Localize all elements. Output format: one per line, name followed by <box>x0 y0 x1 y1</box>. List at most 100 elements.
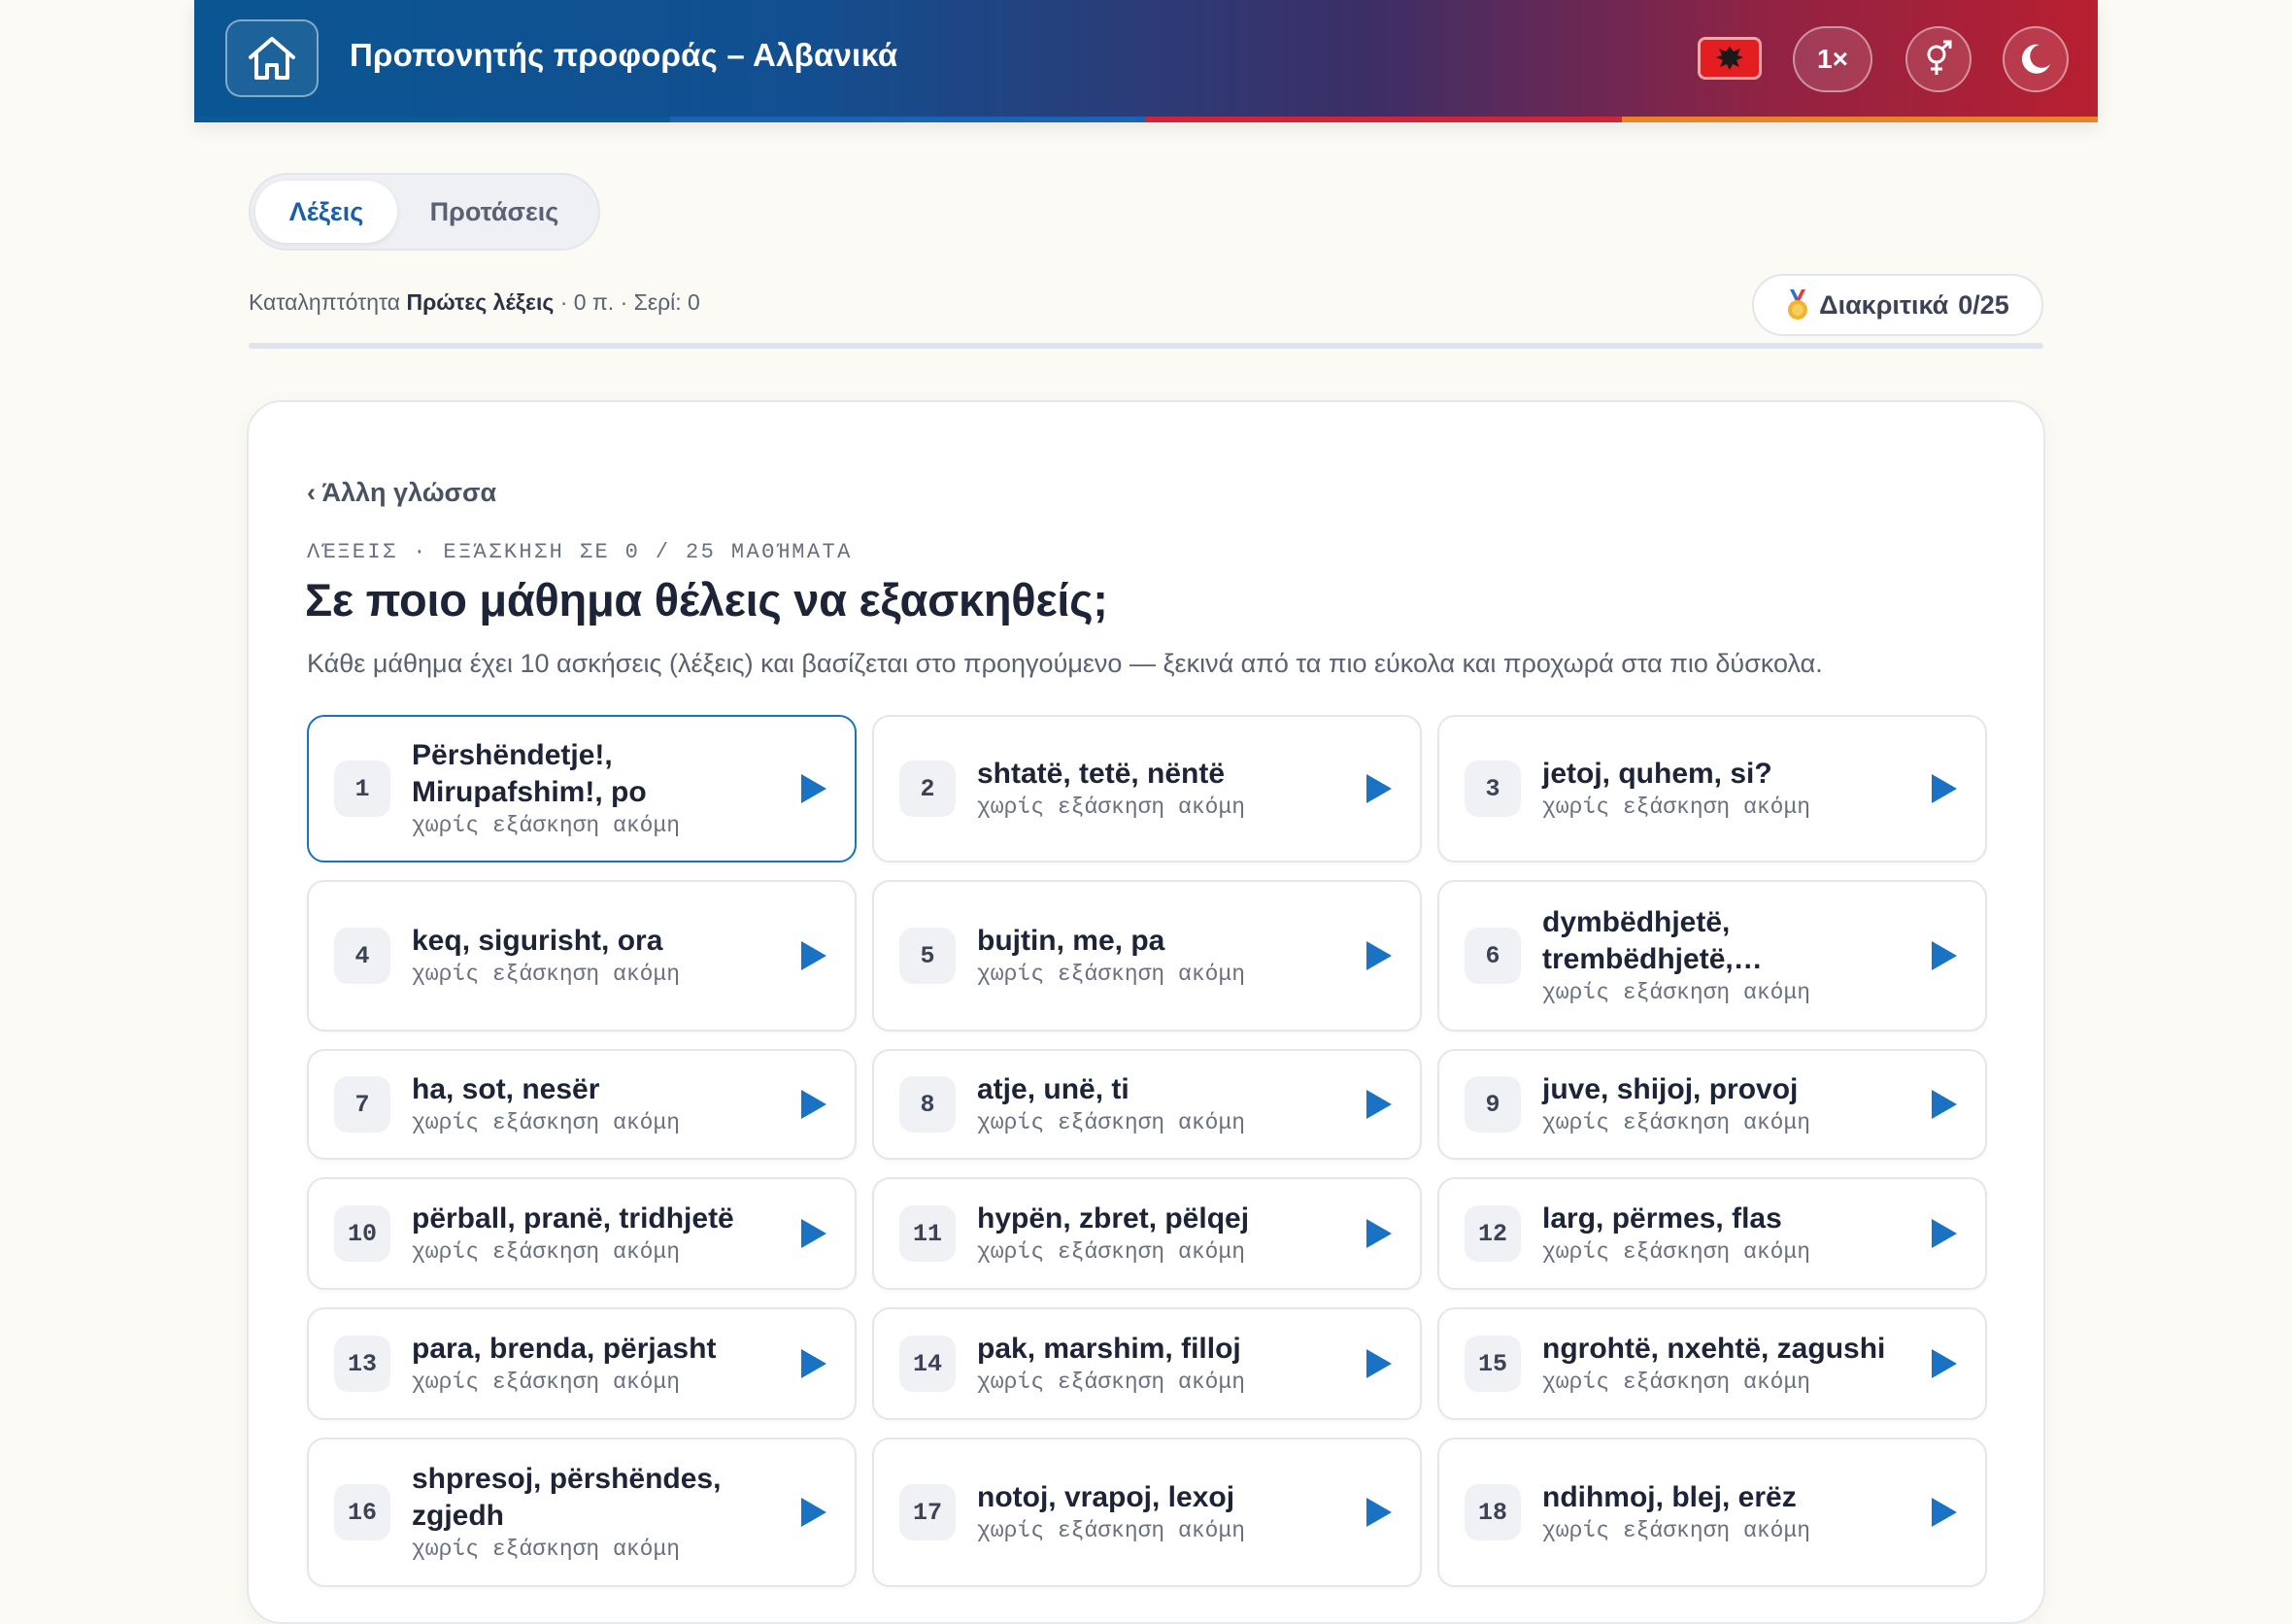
lesson-words: notoj, vrapoj, lexoj <box>977 1481 1235 1513</box>
lesson-card-4[interactable]: 4 keq, sigurisht, ora χωρίς εξάσκηση ακόμη <box>307 880 857 1032</box>
lesson-card-16[interactable]: 16 shpresoj, përshëndes, zgjedh χωρίς εξάσ… <box>307 1438 857 1587</box>
lesson-status: χωρίς εξάσκηση ακόμη <box>1542 1239 1811 1265</box>
tab-words[interactable]: Λέξεις <box>255 181 397 243</box>
lesson-text: juve, shijoj, provoj χωρίς εξάσκηση ακόμη <box>1542 1071 1892 1137</box>
lesson-card-13[interactable]: 13 para, brenda, përjasht χωρίς εξάσκηση α… <box>307 1307 857 1420</box>
lesson-status: χωρίς εξάσκηση ακόμη <box>1542 1110 1811 1135</box>
lesson-card-5[interactable]: 5 bujtin, me, pa χωρίς εξάσκηση ακόμη <box>872 880 1422 1032</box>
lesson-text: pak, marshim, filloj χωρίς εξάσκηση ακόμη <box>977 1331 1327 1397</box>
lesson-text: dymbëdhjetë, trembëdhjetë,… χωρίς εξάσκησ… <box>1542 904 1892 1007</box>
lesson-text: keq, sigurisht, ora χωρίς εξάσκηση ακόμη <box>412 923 761 989</box>
lesson-words: atje, unë, ti <box>977 1073 1129 1105</box>
play-icon[interactable] <box>1925 1085 1964 1124</box>
play-icon[interactable] <box>794 1085 833 1124</box>
lesson-card-17[interactable]: 17 notoj, vrapoj, lexoj χωρίς εξάσκηση ακό… <box>872 1438 1422 1587</box>
play-icon[interactable] <box>1925 769 1964 808</box>
lesson-card-2[interactable]: 2 shtatë, tetë, nëntë χωρίς εξάσκηση ακόμη <box>872 715 1422 863</box>
lesson-status: χωρίς εξάσκηση ακόμη <box>412 1370 681 1395</box>
lesson-text: notoj, vrapoj, lexoj χωρίς εξάσκηση ακόμη <box>977 1479 1327 1545</box>
theme-toggle-button[interactable] <box>2003 26 2069 92</box>
lesson-number: 10 <box>334 1205 390 1262</box>
lesson-words: ha, sot, nesër <box>412 1073 600 1105</box>
play-icon[interactable] <box>1925 1493 1964 1532</box>
play-icon[interactable] <box>1360 936 1399 975</box>
other-language-link[interactable]: ‹ Άλλη γλώσσα <box>307 478 496 508</box>
badges-label: Διακριτικά <box>1819 289 1949 320</box>
lesson-text: shtatë, tetë, nëntë χωρίς εξάσκηση ακόμη <box>977 756 1327 822</box>
status-line: Καταληπτότητα Πρώτες λέξεις · 0 π. · Σερ… <box>249 289 700 316</box>
lesson-status: χωρίς εξάσκηση ακόμη <box>1542 1518 1811 1543</box>
voice-gender-button[interactable] <box>1905 26 1972 92</box>
lesson-number: 7 <box>334 1076 390 1133</box>
lesson-number: 11 <box>899 1205 956 1262</box>
play-icon[interactable] <box>794 1493 833 1532</box>
lesson-card-6[interactable]: 6 dymbëdhjetë, trembëdhjetë,… χωρίς εξάσκη… <box>1437 880 1987 1032</box>
lesson-status: χωρίς εξάσκηση ακόμη <box>412 1110 681 1135</box>
play-icon[interactable] <box>1360 1344 1399 1383</box>
status-suffix: · 0 π. · Σερί: 0 <box>559 289 700 315</box>
app-title: Προπονητής προφοράς – Αλβανικά <box>350 37 898 73</box>
lesson-card-15[interactable]: 15 ngrohtë, nxehtë, zagushi χωρίς εξάσκηση… <box>1437 1307 1987 1420</box>
play-icon[interactable] <box>794 936 833 975</box>
lesson-words: larg, përmes, flas <box>1542 1202 1782 1235</box>
lesson-number: 4 <box>334 928 390 984</box>
lesson-text: ndihmoj, blej, erëz χωρίς εξάσκηση ακόμη <box>1542 1479 1892 1545</box>
lesson-status: χωρίς εξάσκηση ακόμη <box>977 1239 1246 1265</box>
lesson-status: χωρίς εξάσκηση ακόμη <box>1542 1370 1811 1395</box>
lesson-card-9[interactable]: 9 juve, shijoj, provoj χωρίς εξάσκηση ακόμ… <box>1437 1049 1987 1160</box>
lesson-text: para, brenda, përjasht χωρίς εξάσκηση ακό… <box>412 1331 761 1397</box>
lesson-card-8[interactable]: 8 atje, unë, ti χωρίς εξάσκηση ακόμη <box>872 1049 1422 1160</box>
lesson-card-10[interactable]: 10 përball, pranë, tridhjetë χωρίς εξάσκησ… <box>307 1177 857 1290</box>
lesson-status: χωρίς εξάσκηση ακόμη <box>1542 795 1811 820</box>
lesson-text: përball, pranë, tridhjetë χωρίς εξάσκηση … <box>412 1201 761 1267</box>
play-icon[interactable] <box>794 1344 833 1383</box>
play-icon[interactable] <box>1360 769 1399 808</box>
medal-icon <box>1788 289 1808 320</box>
lesson-card-14[interactable]: 14 pak, marshim, filloj χωρίς εξάσκηση ακό… <box>872 1307 1422 1420</box>
lesson-words: përball, pranë, tridhjetë <box>412 1202 734 1235</box>
lesson-card-12[interactable]: 12 larg, përmes, flas χωρίς εξάσκηση ακόμη <box>1437 1177 1987 1290</box>
play-icon[interactable] <box>1925 1344 1964 1383</box>
lesson-card-7[interactable]: 7 ha, sot, nesër χωρίς εξάσκηση ακόμη <box>307 1049 857 1160</box>
speed-button[interactable]: 1× <box>1793 26 1872 92</box>
lesson-words: keq, sigurisht, ora <box>412 925 663 957</box>
home-icon <box>249 37 295 80</box>
lesson-words: shpresoj, përshëndes, zgjedh <box>412 1463 722 1532</box>
lesson-words: dymbëdhjetë, trembëdhjetë,… <box>1542 906 1763 975</box>
lesson-status: χωρίς εξάσκηση ακόμη <box>412 813 681 838</box>
lesson-card-3[interactable]: 3 jetoj, quhem, si? χωρίς εξάσκηση ακόμη <box>1437 715 1987 863</box>
lesson-number: 16 <box>334 1484 390 1540</box>
moon-icon <box>2021 44 2050 74</box>
mode-tabs: Λέξεις Προτάσεις <box>249 173 600 251</box>
lesson-card-18[interactable]: 18 ndihmoj, blej, erëz χωρίς εξάσκηση ακόμ… <box>1437 1438 1987 1587</box>
lesson-number: 14 <box>899 1336 956 1392</box>
lesson-text: atje, unë, ti χωρίς εξάσκηση ακόμη <box>977 1071 1327 1137</box>
gender-symbol-icon <box>1927 40 1952 75</box>
play-icon[interactable] <box>1925 936 1964 975</box>
page-title: Σε ποιο μάθημα θέλεις να εξασκηθείς; <box>305 574 1108 626</box>
lesson-text: Përshëndetje!, Mirupafshim!, po χωρίς εξά… <box>412 737 761 840</box>
lesson-number: 3 <box>1465 761 1521 817</box>
lesson-card-1[interactable]: 1 Përshëndetje!, Mirupafshim!, po χωρίς εξ… <box>307 715 857 863</box>
language-flag-button[interactable] <box>1698 37 1762 80</box>
badges-button[interactable]: Διακριτικά 0/25 <box>1752 274 2043 336</box>
play-icon[interactable] <box>1925 1214 1964 1253</box>
lesson-words: shtatë, tetë, nëntë <box>977 758 1226 790</box>
lesson-status: χωρίς εξάσκηση ακόμη <box>977 795 1246 820</box>
play-icon[interactable] <box>1360 1493 1399 1532</box>
play-icon[interactable] <box>1360 1085 1399 1124</box>
lesson-picker-card: ‹ Άλλη γλώσσα ΛΈΞΕΙΣ · ΕΞΆΣΚΗΣΗ ΣΕ 0 / 2… <box>247 400 2045 1624</box>
lesson-text: bujtin, me, pa χωρίς εξάσκηση ακόμη <box>977 923 1327 989</box>
lesson-card-11[interactable]: 11 hypën, zbret, pëlqej χωρίς εξάσκηση ακό… <box>872 1177 1422 1290</box>
home-button[interactable] <box>225 19 319 97</box>
lesson-text: hypën, zbret, pëlqej χωρίς εξάσκηση ακόμη <box>977 1201 1327 1267</box>
play-icon[interactable] <box>794 1214 833 1253</box>
play-icon[interactable] <box>1360 1214 1399 1253</box>
progress-bar <box>249 343 2043 349</box>
lesson-status: χωρίς εξάσκηση ακόμη <box>977 962 1246 987</box>
lesson-text: ngrohtë, nxehtë, zagushi χωρίς εξάσκηση α… <box>1542 1331 1892 1397</box>
lesson-words: juve, shijoj, provoj <box>1542 1073 1799 1105</box>
tab-sentences[interactable]: Προτάσεις <box>397 181 591 243</box>
lesson-number: 17 <box>899 1484 956 1540</box>
play-icon[interactable] <box>794 769 833 808</box>
